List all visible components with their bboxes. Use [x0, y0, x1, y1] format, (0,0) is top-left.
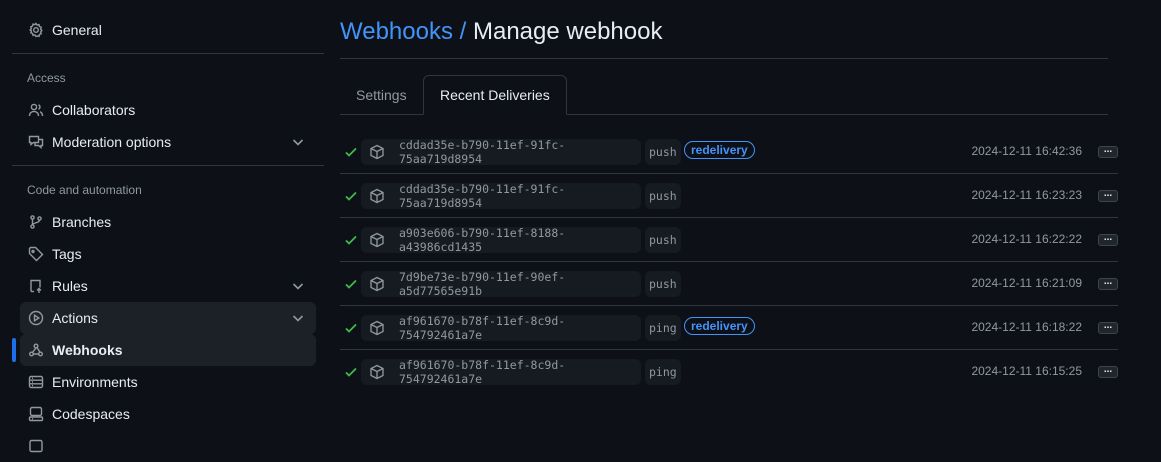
delivery-guid[interactable]: af961670-b78f-11ef-8c9d-754792461a7e	[361, 314, 641, 342]
page-icon	[28, 438, 44, 454]
title-divider	[340, 58, 1108, 59]
branch-icon	[28, 214, 44, 230]
sidebar-item-label: General	[52, 22, 102, 38]
delivery-guid[interactable]: 7d9be73e-b790-11ef-90ef-a5d77565e91b	[361, 270, 641, 298]
delivery-row[interactable]: cddad35e-b790-11ef-91fc-75aa719d8954 pus…	[340, 130, 1118, 173]
sidebar-item-label: Codespaces	[52, 406, 130, 422]
delivery-timestamp: 2024-12-11 16:21:09	[971, 276, 1082, 290]
breadcrumb-webhooks[interactable]: Webhooks	[340, 18, 453, 45]
sidebar-item-label: Webhooks	[52, 342, 123, 358]
sidebar-item-collaborators[interactable]: Collaborators	[20, 94, 316, 126]
more-options-button[interactable]: ...	[1098, 321, 1118, 334]
chevron-down-icon	[290, 278, 306, 294]
delivery-guid-text: a903e606-b790-11ef-8188-a43986cd1435	[399, 226, 566, 254]
comment-discussion-icon	[28, 134, 44, 150]
chevron-down-icon	[290, 310, 306, 326]
redelivery-badge: redelivery	[684, 317, 755, 335]
package-icon	[369, 276, 385, 292]
sidebar-item-actions[interactable]: Actions	[20, 302, 316, 334]
server-icon	[28, 374, 44, 390]
section-label-code-automation: Code and automation	[27, 183, 142, 197]
sidebar-item-label: Rules	[52, 278, 88, 294]
delivery-guid[interactable]: af961670-b78f-11ef-8c9d-754792461a7e	[361, 358, 641, 386]
people-icon	[28, 102, 44, 118]
repo-push-icon	[28, 278, 44, 294]
more-options-button[interactable]: ...	[1098, 189, 1118, 202]
page-title-text: Manage webhook	[472, 18, 663, 45]
gear-icon	[28, 22, 44, 38]
package-icon	[369, 188, 385, 204]
delivery-guid-text: af961670-b78f-11ef-8c9d-754792461a7e	[399, 314, 566, 342]
chevron-down-icon	[290, 134, 306, 150]
package-icon	[369, 144, 385, 160]
delivery-event: push	[645, 227, 681, 253]
delivery-row[interactable]: cddad35e-b790-11ef-91fc-75aa719d8954 pus…	[340, 174, 1118, 217]
delivery-timestamp: 2024-12-11 16:15:25	[971, 364, 1082, 378]
delivery-timestamp: 2024-12-11 16:22:22	[971, 232, 1082, 246]
delivery-row[interactable]: 7d9be73e-b790-11ef-90ef-a5d77565e91b pus…	[340, 262, 1118, 305]
sidebar-item-label: Environments	[52, 374, 138, 390]
tab-recent-deliveries[interactable]: Recent Deliveries	[423, 75, 567, 115]
delivery-guid-text: 7d9be73e-b790-11ef-90ef-a5d77565e91b	[399, 270, 566, 298]
codespaces-icon	[28, 406, 44, 422]
delivery-event: ping	[645, 315, 681, 341]
more-options-button[interactable]: ...	[1098, 277, 1118, 290]
check-icon	[343, 188, 359, 204]
more-options-button[interactable]: ...	[1098, 233, 1118, 246]
package-icon	[369, 232, 385, 248]
breadcrumb-separator: /	[459, 18, 467, 45]
check-icon	[343, 144, 359, 160]
check-icon	[343, 276, 359, 292]
delivery-row[interactable]: a903e606-b790-11ef-8188-a43986cd1435 pus…	[340, 218, 1118, 261]
settings-sidebar: General Access Collaborators Moderation …	[12, 0, 324, 453]
sidebar-item-moderation[interactable]: Moderation options	[20, 126, 316, 158]
sidebar-item-codespaces[interactable]: Codespaces	[20, 398, 316, 430]
sidebar-item-general[interactable]: General	[20, 14, 316, 46]
delivery-event: push	[645, 271, 681, 297]
delivery-timestamp: 2024-12-11 16:42:36	[971, 144, 1082, 158]
delivery-timestamp: 2024-12-11 16:18:22	[971, 320, 1082, 334]
delivery-guid[interactable]: a903e606-b790-11ef-8188-a43986cd1435	[361, 226, 641, 254]
tab-settings[interactable]: Settings	[340, 75, 423, 115]
delivery-row[interactable]: af961670-b78f-11ef-8c9d-754792461a7e pin…	[340, 350, 1118, 393]
sidebar-item-environments[interactable]: Environments	[20, 366, 316, 398]
redelivery-badge: redelivery	[684, 141, 755, 159]
sidebar-item-rules[interactable]: Rules	[20, 270, 316, 302]
sidebar-item-label: Branches	[52, 214, 112, 230]
sidebar-item-label: Moderation options	[52, 134, 172, 150]
sidebar-divider	[12, 53, 324, 54]
tag-icon	[28, 246, 44, 262]
package-icon	[369, 364, 385, 380]
check-icon	[343, 364, 359, 380]
sidebar-item-label: Collaborators	[52, 102, 136, 118]
sidebar-item-label: Tags	[52, 246, 82, 262]
delivery-event: push	[645, 183, 681, 209]
delivery-row[interactable]: af961670-b78f-11ef-8c9d-754792461a7e pin…	[340, 306, 1118, 349]
page-title: Webhooks / Manage webhook	[340, 18, 662, 46]
delivery-timestamp: 2024-12-11 16:23:23	[971, 188, 1082, 202]
delivery-guid-text: cddad35e-b790-11ef-91fc-75aa719d8954	[399, 182, 566, 210]
check-icon	[343, 232, 359, 248]
delivery-guid[interactable]: cddad35e-b790-11ef-91fc-75aa719d8954	[361, 182, 641, 210]
sidebar-item-label: Actions	[52, 310, 98, 326]
delivery-event: ping	[645, 359, 681, 385]
webhook-icon	[28, 342, 44, 358]
play-icon	[28, 310, 44, 326]
sidebar-item-webhooks[interactable]: Webhooks	[12, 334, 316, 366]
sidebar-item-partial[interactable]	[20, 430, 316, 462]
section-label-access: Access	[27, 71, 66, 85]
more-options-button[interactable]: ...	[1098, 145, 1118, 158]
more-options-button[interactable]: ...	[1098, 365, 1118, 378]
delivery-guid-text: cddad35e-b790-11ef-91fc-75aa719d8954	[399, 138, 566, 166]
sidebar-item-tags[interactable]: Tags	[20, 238, 316, 270]
delivery-guid[interactable]: cddad35e-b790-11ef-91fc-75aa719d8954	[361, 138, 641, 166]
sidebar-divider	[12, 165, 324, 166]
active-indicator	[12, 338, 16, 362]
sidebar-item-branches[interactable]: Branches	[20, 206, 316, 238]
delivery-event: push	[645, 139, 681, 165]
package-icon	[369, 320, 385, 336]
delivery-guid-text: af961670-b78f-11ef-8c9d-754792461a7e	[399, 358, 566, 386]
check-icon	[343, 320, 359, 336]
